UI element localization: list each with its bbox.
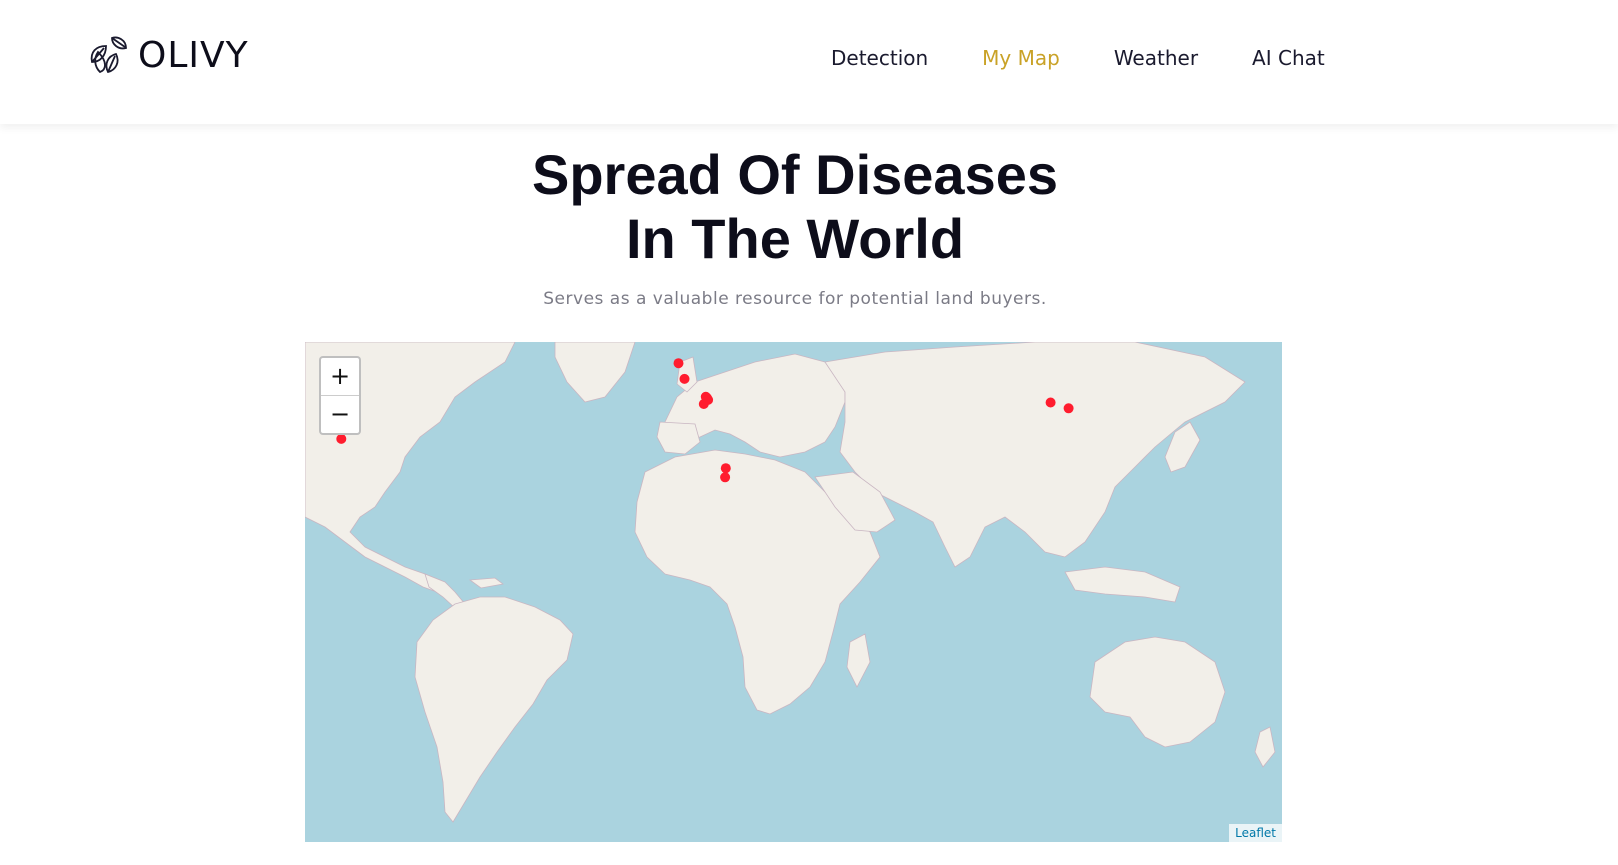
australia-landmass bbox=[1089, 636, 1226, 748]
nav-detection[interactable]: Detection bbox=[831, 46, 928, 70]
title-line-1: Spread Of Diseases bbox=[531, 143, 1059, 206]
disease-marker[interactable] bbox=[336, 433, 347, 444]
map-attribution: Leaflet bbox=[1229, 824, 1282, 842]
page-subtitle: Serves as a valuable resource for potent… bbox=[543, 289, 1047, 309]
title-line-2: In The World bbox=[625, 207, 965, 270]
disease-marker[interactable] bbox=[673, 358, 684, 369]
disease-map[interactable]: + − Leaflet bbox=[305, 342, 1282, 842]
world-basemap bbox=[305, 342, 1276, 823]
site-header: OLIVY Detection My Map Weather AI Chat bbox=[0, 0, 1618, 124]
disease-marker[interactable] bbox=[720, 472, 731, 483]
madagascar-landmass bbox=[846, 633, 871, 688]
disease-marker[interactable] bbox=[679, 373, 690, 384]
main-nav: Detection My Map Weather AI Chat bbox=[831, 46, 1379, 70]
greenland-landmass bbox=[554, 342, 636, 403]
nav-my-map[interactable]: My Map bbox=[982, 46, 1060, 70]
iberia-landmass bbox=[656, 421, 701, 455]
leaflet-link[interactable]: Leaflet bbox=[1235, 826, 1276, 840]
nav-weather[interactable]: Weather bbox=[1114, 46, 1198, 70]
page-title: Spread Of Diseases In The World bbox=[0, 143, 1590, 271]
disease-marker[interactable] bbox=[698, 399, 709, 409]
disease-marker[interactable] bbox=[720, 463, 731, 474]
zoom-control: + − bbox=[319, 356, 361, 435]
zoom-in-button[interactable]: + bbox=[321, 358, 359, 396]
southeast-asia-islands bbox=[1064, 566, 1181, 603]
disease-marker[interactable] bbox=[1045, 397, 1056, 408]
leaf-logo-icon bbox=[90, 36, 127, 74]
brand-logo[interactable]: OLIVY bbox=[84, 32, 249, 78]
new-zealand-landmass bbox=[1254, 726, 1276, 768]
south-america-landmass bbox=[414, 596, 574, 823]
nav-ai-chat[interactable]: AI Chat bbox=[1252, 46, 1325, 70]
brand-name: OLIVY bbox=[138, 34, 249, 76]
zoom-out-button[interactable]: − bbox=[321, 396, 359, 433]
caribbean-islands bbox=[468, 577, 504, 589]
disease-marker[interactable] bbox=[1063, 403, 1074, 414]
